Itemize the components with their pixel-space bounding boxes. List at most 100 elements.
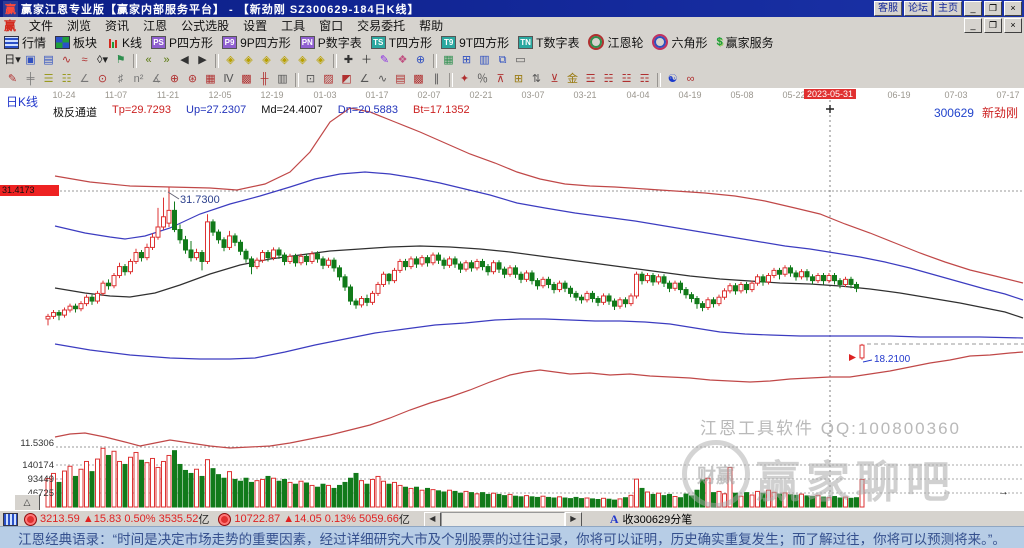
period-dropdown[interactable]: 日▾ <box>4 53 21 68</box>
band-icon[interactable]: ▥ <box>274 72 291 87</box>
golden-section-icon[interactable]: 金 <box>564 72 581 87</box>
mdi-restore-button[interactable]: ❐ <box>984 18 1002 33</box>
zoom-tool-icon[interactable]: ⊕ <box>412 53 429 68</box>
fan-lines-icon[interactable]: ▨ <box>320 72 337 87</box>
chart-panel[interactable]: 10-2411-0711-2112-0512-1901-0301-1702-07… <box>0 88 1024 510</box>
angle-line-icon[interactable]: ∠ <box>76 72 93 87</box>
scrollbar-track[interactable] <box>441 512 565 527</box>
quote-board-icon[interactable]: ▤ <box>40 53 57 68</box>
restore-button[interactable]: ❐ <box>984 1 1002 16</box>
market-grid-icon[interactable] <box>3 513 18 526</box>
expand-volume-button[interactable]: △ <box>14 494 40 511</box>
cycle-circle-icon[interactable]: ⊙ <box>94 72 111 87</box>
grid-lines-icon[interactable]: ☷ <box>58 72 75 87</box>
half-square-icon[interactable]: ◩ <box>338 72 355 87</box>
trigram-zhen-icon[interactable]: ☳ <box>618 72 635 87</box>
percent-retrace-icon[interactable]: ％ <box>474 72 491 87</box>
mdi-minimize-button[interactable]: _ <box>964 18 982 33</box>
gann-diamond-2-icon[interactable]: ◈ <box>240 53 257 68</box>
calendar-icon[interactable]: ▦ <box>440 53 457 68</box>
export-icon[interactable]: ▭ <box>512 53 529 68</box>
gann-diamond-4-icon[interactable]: ◈ <box>276 53 293 68</box>
sh-index-icon[interactable] <box>24 513 37 526</box>
v-reversal-icon[interactable]: ⊻ <box>546 72 563 87</box>
menu-item-1[interactable]: 浏览 <box>60 19 98 33</box>
infinity-icon[interactable]: ∞ <box>682 72 699 87</box>
gann-diamond-6-icon[interactable]: ◈ <box>312 53 329 68</box>
trigram-kan-icon[interactable]: ☵ <box>600 72 617 87</box>
menu-item-6[interactable]: 工具 <box>274 19 312 33</box>
sine-cycle-icon[interactable]: ∿ <box>374 72 391 87</box>
menu-item-9[interactable]: 帮助 <box>412 19 450 33</box>
minimize-button[interactable]: _ <box>964 1 982 16</box>
window-layout-icon[interactable]: ▣ <box>22 53 39 68</box>
horizontal-scrollbar[interactable]: ◀ ▶ <box>424 512 582 527</box>
menu-item-8[interactable]: 交易委托 <box>350 19 412 33</box>
top-bottom-icon[interactable]: ⊼ <box>492 72 509 87</box>
titlebar-link-1[interactable]: 论坛 <box>904 1 932 16</box>
last-bar-icon[interactable]: » <box>158 53 175 68</box>
candle-style-dropdown[interactable]: ◊▾ <box>94 53 111 68</box>
radiation-icon[interactable]: ⊛ <box>184 72 201 87</box>
scroll-left-button[interactable]: ◀ <box>424 512 441 527</box>
titlebar-link-0[interactable]: 客服 <box>874 1 902 16</box>
scroll-right-arrow[interactable]: → <box>998 486 1009 498</box>
toolbar-button-P四方形[interactable]: PSP四方形 <box>151 34 213 51</box>
golden-grid-icon[interactable]: ⊞ <box>510 72 527 87</box>
trigram-li-icon[interactable]: ☲ <box>582 72 599 87</box>
menu-item-2[interactable]: 资讯 <box>98 19 136 33</box>
first-bar-icon[interactable]: « <box>140 53 157 68</box>
dense-grid-icon[interactable]: ▩ <box>410 72 427 87</box>
gann-diamond-5-icon[interactable]: ◈ <box>294 53 311 68</box>
toolbar-button-赢家服务[interactable]: $赢家服务 <box>717 34 774 51</box>
titlebar-link-2[interactable]: 主页 <box>934 1 962 16</box>
line-chart-icon[interactable]: ∿ <box>58 53 75 68</box>
multi-line-icon[interactable]: ≈ <box>76 53 93 68</box>
crosshair-icon[interactable]: ✚ <box>340 53 357 68</box>
menu-item-4[interactable]: 公式选股 <box>174 19 236 33</box>
close-button[interactable]: × <box>1004 1 1022 16</box>
menu-item-7[interactable]: 窗口 <box>312 19 350 33</box>
pointer-icon[interactable]: ＋ <box>358 53 375 68</box>
gann-line-icon[interactable]: ╪ <box>22 72 39 87</box>
period-label[interactable]: 日K线 <box>6 93 38 110</box>
menu-item-5[interactable]: 设置 <box>236 19 274 33</box>
gann-diamond-3-icon[interactable]: ◈ <box>258 53 275 68</box>
toolbar-button-T数字表[interactable]: TNT数字表 <box>518 34 579 51</box>
tick-data-link[interactable]: A 收300629分笔 <box>610 511 692 527</box>
toolbar-button-K线[interactable]: K线 <box>106 34 142 51</box>
toolbar-button-江恩轮[interactable]: 江恩轮 <box>588 34 643 51</box>
toolbar-button-T四方形[interactable]: TST四方形 <box>371 34 432 51</box>
hline-set-icon[interactable]: ☰ <box>40 72 57 87</box>
parallel-lines-icon[interactable]: ∥ <box>428 72 445 87</box>
price-grid-icon[interactable]: ♯ <box>112 72 129 87</box>
toolbar-button-板块[interactable]: 板块 <box>55 34 97 51</box>
toolbar-button-P数字表[interactable]: PNP数字表 <box>300 34 362 51</box>
level-lines-icon[interactable]: ▤ <box>392 72 409 87</box>
menu-item-3[interactable]: 江恩 <box>136 19 174 33</box>
wave-count-icon[interactable]: Ⅳ <box>220 72 237 87</box>
toolbar-button-9P四方形[interactable]: P99P四方形 <box>222 34 291 51</box>
shade-grid-icon[interactable]: ▩ <box>238 72 255 87</box>
scroll-right-button[interactable]: ▶ <box>565 512 582 527</box>
gann-fan-center-icon[interactable]: ⊕ <box>166 72 183 87</box>
notebook-icon[interactable]: ▥ <box>476 53 493 68</box>
toolbar-button-六角形[interactable]: 六角形 <box>652 34 707 51</box>
gann-diamond-1-icon[interactable]: ◈ <box>222 53 239 68</box>
matrix-icon[interactable]: ▦ <box>202 72 219 87</box>
sz-index-icon[interactable] <box>218 513 231 526</box>
square-numbers-icon[interactable]: n² <box>130 72 147 87</box>
updown-icon[interactable]: ⇅ <box>528 72 545 87</box>
trigram-gen-icon[interactable]: ☶ <box>636 72 653 87</box>
annotate-icon[interactable]: ✎ <box>376 53 393 68</box>
yinyang-icon[interactable]: ☯ <box>664 72 681 87</box>
menu-item-0[interactable]: 文件 <box>22 19 60 33</box>
flag-tool-icon[interactable]: ⚑ <box>112 53 129 68</box>
gann-angle-icon[interactable]: ∡ <box>148 72 165 87</box>
next-bar-icon[interactable]: ▶ <box>194 53 211 68</box>
save-layout-icon[interactable]: ⧉ <box>494 53 511 68</box>
calculator-icon[interactable]: ⊞ <box>458 53 475 68</box>
trend-angle-icon[interactable]: ∠ <box>356 72 373 87</box>
prev-bar-icon[interactable]: ◀ <box>176 53 193 68</box>
pencil-tool-icon[interactable]: ✎ <box>4 72 21 87</box>
